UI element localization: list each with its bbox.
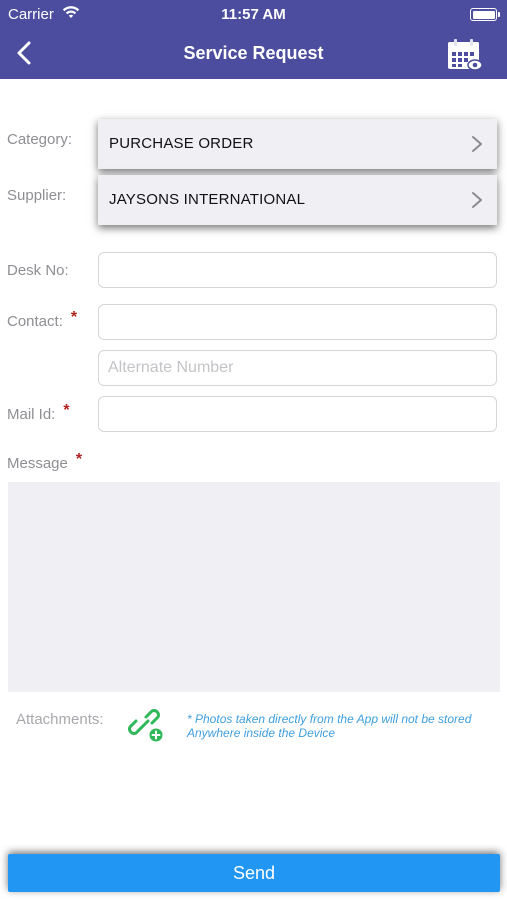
clock: 11:57 AM — [221, 6, 286, 23]
message-textarea[interactable] — [8, 482, 500, 692]
attachments-label: Attachments: — [16, 711, 104, 728]
contact-input[interactable] — [98, 304, 497, 340]
contact-label-text: Contact: — [7, 313, 63, 330]
supplier-value: JAYSONS INTERNATIONAL — [109, 191, 306, 208]
category-label: Category: — [7, 131, 73, 148]
required-marker: * — [75, 451, 83, 468]
attachments-note-line-1: * Photos taken directly from the App wil… — [187, 712, 472, 726]
required-marker: * — [70, 309, 78, 326]
battery-icon — [470, 8, 500, 21]
alternate-number-placeholder: Alternate Number — [108, 359, 234, 376]
chevron-right-icon — [472, 192, 482, 208]
message-label-text: Message — [7, 455, 68, 472]
mail-id-input[interactable] — [98, 396, 497, 432]
supplier-picker[interactable]: JAYSONS INTERNATIONAL — [98, 175, 497, 225]
attachments-note: * Photos taken directly from the App wil… — [187, 712, 497, 740]
attachments-note-line-2: Anywhere inside the Device — [187, 726, 336, 740]
supplier-label: Supplier: — [7, 187, 67, 204]
required-marker: * — [63, 402, 70, 419]
mail-id-label: Mail Id: * — [7, 402, 70, 424]
desk-no-label: Desk No: — [7, 262, 69, 279]
category-picker[interactable]: PURCHASE ORDER — [98, 119, 497, 169]
status-bar: Carrier 11:57 AM — [0, 0, 507, 30]
calendar-icon[interactable] — [447, 38, 483, 72]
category-value: PURCHASE ORDER — [109, 135, 254, 152]
desk-no-input[interactable] — [98, 252, 497, 288]
alternate-number-input[interactable]: Alternate Number — [98, 350, 497, 386]
send-button[interactable]: Send — [8, 854, 500, 892]
link-add-icon[interactable] — [128, 705, 164, 743]
page-title: Service Request — [183, 43, 324, 63]
navigation-bar: Service Request — [0, 30, 507, 79]
message-label: Message * — [7, 451, 82, 473]
mail-id-label-text: Mail Id: — [7, 406, 56, 423]
contact-label: Contact: * — [7, 309, 77, 331]
chevron-right-icon — [472, 136, 482, 152]
